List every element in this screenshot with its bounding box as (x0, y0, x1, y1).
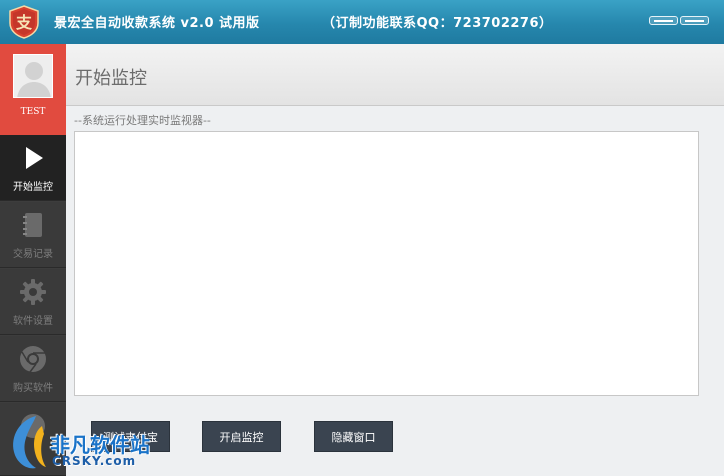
avatar (13, 54, 53, 98)
test-alipay-button[interactable]: 测试支付宝 (91, 421, 170, 452)
sidebar-item-label: 软件设置 (13, 316, 53, 327)
sidebar-item-label: 开始监控 (13, 182, 53, 193)
notebook-icon (23, 213, 42, 237)
user-avatar-icon (14, 55, 52, 97)
monitor-log-area[interactable] (74, 131, 699, 396)
sidebar-item-settings[interactable]: 软件设置 (0, 269, 66, 335)
username: TEST (20, 107, 46, 117)
monitor-caption: --系统运行处理实时监视器-- (74, 114, 211, 127)
start-monitor-button[interactable]: 开启监控 (202, 421, 281, 452)
sidebar-item-purchase[interactable]: 购买软件 (0, 336, 66, 402)
sidebar-item-label: 购买软件 (13, 383, 53, 394)
sidebar-item-more[interactable] (0, 403, 66, 476)
minimize-button[interactable] (649, 16, 678, 25)
sidebar-item-label: 交易记录 (13, 249, 53, 260)
circle-icon (21, 414, 45, 438)
app-title: 景宏全自动收款系统 v2.0 试用版 (54, 16, 260, 31)
svg-text:支: 支 (15, 13, 33, 32)
page-header: 开始监控 (66, 44, 724, 106)
alipay-shield-logo-icon: 支 (9, 5, 39, 39)
browser-icon (20, 346, 46, 373)
close-button[interactable] (680, 16, 709, 25)
page-title: 开始监控 (75, 68, 147, 89)
contact-info: （订制功能联系QQ：723702276） (322, 16, 553, 31)
sidebar: TEST 开始监控 交易记录 软件设置 购买软件 (0, 44, 66, 476)
play-icon (26, 147, 43, 169)
title-bar: 支 景宏全自动收款系统 v2.0 试用版 （订制功能联系QQ：723702276… (0, 0, 724, 44)
close-icon (685, 19, 704, 22)
user-profile[interactable]: TEST (0, 44, 66, 135)
hide-window-button[interactable]: 隐藏窗口 (314, 421, 393, 452)
minimize-icon (654, 19, 673, 22)
sidebar-item-start-monitor[interactable]: 开始监控 (0, 135, 66, 201)
gear-icon (20, 279, 46, 305)
sidebar-item-transactions[interactable]: 交易记录 (0, 202, 66, 268)
